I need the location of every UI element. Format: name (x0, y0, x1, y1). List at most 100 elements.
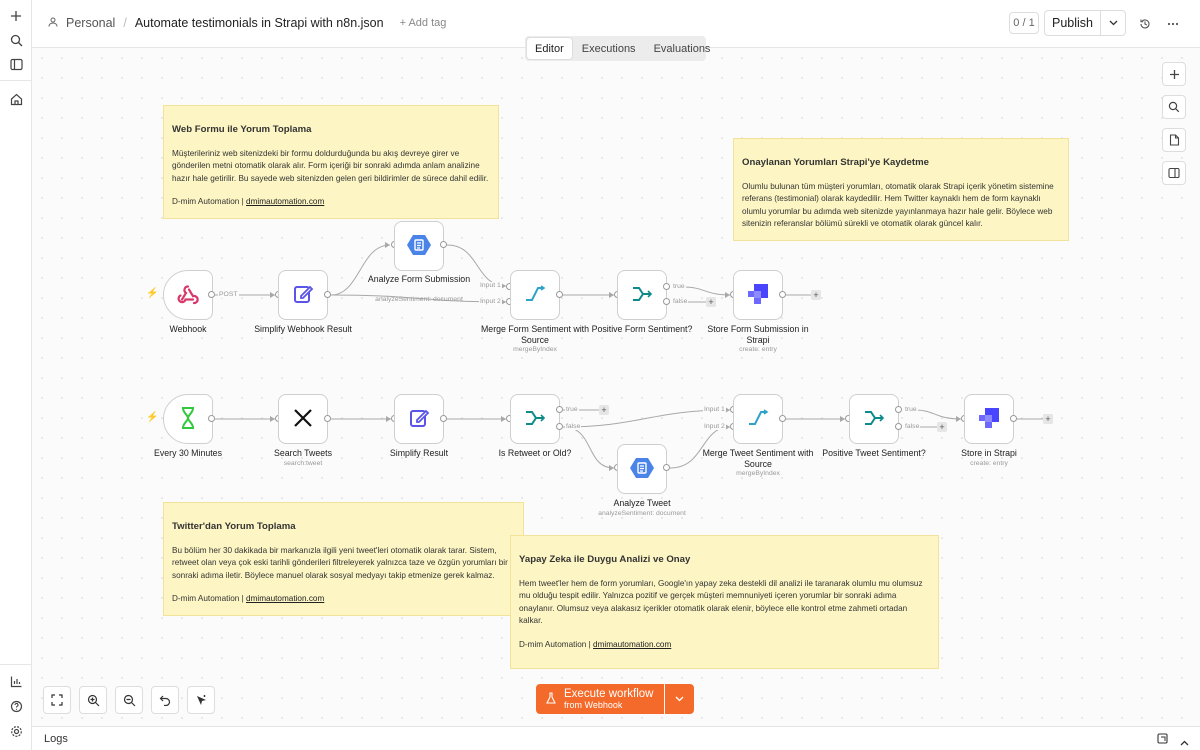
logs-label: Logs (44, 733, 68, 745)
node-store-strapi[interactable] (964, 394, 1014, 444)
node-label: Simplify Webhook Result (254, 324, 352, 334)
execute-dropdown-chevron-icon[interactable] (665, 684, 694, 714)
output-port[interactable] (324, 415, 331, 422)
edge-label-post: POST (218, 291, 239, 298)
output-port[interactable] (440, 241, 447, 248)
input-label: Input 1 (479, 282, 502, 289)
edge-label-true: true (904, 406, 918, 413)
output-port-true[interactable] (663, 283, 670, 290)
node-subtitle: search:tweet (283, 460, 323, 467)
if-icon (524, 408, 546, 431)
tidy-up-icon[interactable] (187, 686, 215, 714)
node-subtitle: create: entry (739, 346, 777, 353)
undo-icon[interactable] (151, 686, 179, 714)
node-label: Positive Tweet Sentiment? (822, 448, 926, 458)
if-icon (863, 408, 885, 431)
zoom-in-icon[interactable] (79, 686, 107, 714)
input-label: Input 1 (703, 406, 726, 413)
node-label: Analyze Tweet (613, 498, 671, 508)
node-label: Every 30 Minutes (154, 448, 222, 458)
node-is-retweet[interactable] (510, 394, 560, 444)
output-port[interactable] (1010, 415, 1017, 422)
node-label: Analyze Form Submission (367, 274, 471, 284)
edit-icon (292, 283, 314, 308)
node-search-tweets[interactable] (278, 394, 328, 444)
x-icon (293, 408, 313, 431)
chevron-up-icon[interactable] (1180, 735, 1189, 749)
node-label: Positive Form Sentiment? (591, 324, 693, 334)
output-port[interactable] (440, 415, 447, 422)
add-connection-button[interactable]: + (706, 297, 716, 307)
strapi-icon (747, 283, 769, 308)
execute-sublabel: from Webhook (564, 699, 623, 710)
add-connection-button[interactable]: + (1043, 414, 1053, 424)
add-connection-button[interactable]: + (811, 290, 821, 300)
add-connection-button[interactable]: + (937, 422, 947, 432)
edge-positive-tweet-store (914, 409, 962, 420)
edge-positive-store (682, 286, 731, 296)
flask-icon (546, 691, 556, 707)
edge-label-true: true (565, 406, 579, 413)
edge-label-false: false (904, 423, 921, 430)
output-port[interactable] (779, 291, 786, 298)
trigger-bolt-icon: ⚡ (146, 412, 159, 423)
node-label: Search Tweets (273, 448, 333, 458)
zoom-out-icon[interactable] (115, 686, 143, 714)
node-merge-tweet[interactable] (733, 394, 783, 444)
node-positive-tweet[interactable] (849, 394, 899, 444)
node-label: Store in Strapi (961, 448, 1017, 458)
node-analyze-form[interactable] (394, 221, 444, 271)
output-port[interactable] (663, 464, 670, 471)
node-label: Is Retweet or Old? (498, 448, 572, 458)
node-subtitle: analyzeSentiment: document (598, 510, 686, 517)
execute-workflow-button[interactable]: Execute workflow from Webhook (536, 684, 664, 714)
node-label: Merge Tweet Sentiment with Source (702, 448, 814, 469)
output-port[interactable] (324, 291, 331, 298)
edge-label-false: false (565, 423, 582, 430)
node-every-30-minutes[interactable] (163, 394, 213, 444)
merge-icon (524, 284, 546, 306)
node-webhook[interactable] (163, 270, 213, 320)
node-label: Webhook (169, 324, 207, 334)
merge-icon (747, 408, 769, 430)
output-port[interactable] (779, 415, 786, 422)
node-store-form[interactable] (733, 270, 783, 320)
node-label: Simplify Result (389, 448, 449, 458)
node-positive-form[interactable] (617, 270, 667, 320)
edge-label-false: false (672, 298, 689, 305)
add-connection-button[interactable]: + (599, 405, 609, 415)
edge-simplify-analyze (330, 244, 391, 296)
input-label: Input 2 (479, 298, 502, 305)
webhook-icon (176, 283, 200, 308)
output-port-false[interactable] (895, 423, 902, 430)
node-subtitle: analyzeSentiment: document (375, 296, 463, 303)
output-port-false[interactable] (663, 298, 670, 305)
output-port-false[interactable] (556, 423, 563, 430)
hourglass-icon (180, 406, 196, 432)
output-port-true[interactable] (556, 406, 563, 413)
output-port-true[interactable] (895, 406, 902, 413)
strapi-icon (978, 407, 1000, 432)
output-port[interactable] (208, 415, 215, 422)
node-subtitle: mergeByIndex (736, 470, 780, 477)
output-port[interactable] (208, 291, 215, 298)
edge-label-true: true (672, 283, 686, 290)
connections-layer (215, 242, 1043, 471)
input-label: Input 2 (703, 423, 726, 430)
node-simplify-result[interactable] (394, 394, 444, 444)
output-port[interactable] (556, 291, 563, 298)
node-label: Merge Form Sentiment with Source (480, 324, 590, 345)
popout-icon[interactable] (1157, 733, 1168, 747)
google-nl-icon (407, 234, 431, 259)
node-subtitle: mergeByIndex (513, 346, 557, 353)
logs-bar[interactable]: Logs (32, 726, 1200, 750)
node-simplify-webhook[interactable] (278, 270, 328, 320)
execute-label: Execute workflow (564, 687, 654, 700)
fit-view-icon[interactable] (43, 686, 71, 714)
node-merge-form[interactable] (510, 270, 560, 320)
if-icon (631, 284, 653, 307)
node-analyze-tweet[interactable] (617, 444, 667, 494)
edit-icon (408, 407, 430, 432)
node-label: Store Form Submission in Strapi (707, 324, 809, 345)
trigger-bolt-icon: ⚡ (146, 288, 159, 299)
